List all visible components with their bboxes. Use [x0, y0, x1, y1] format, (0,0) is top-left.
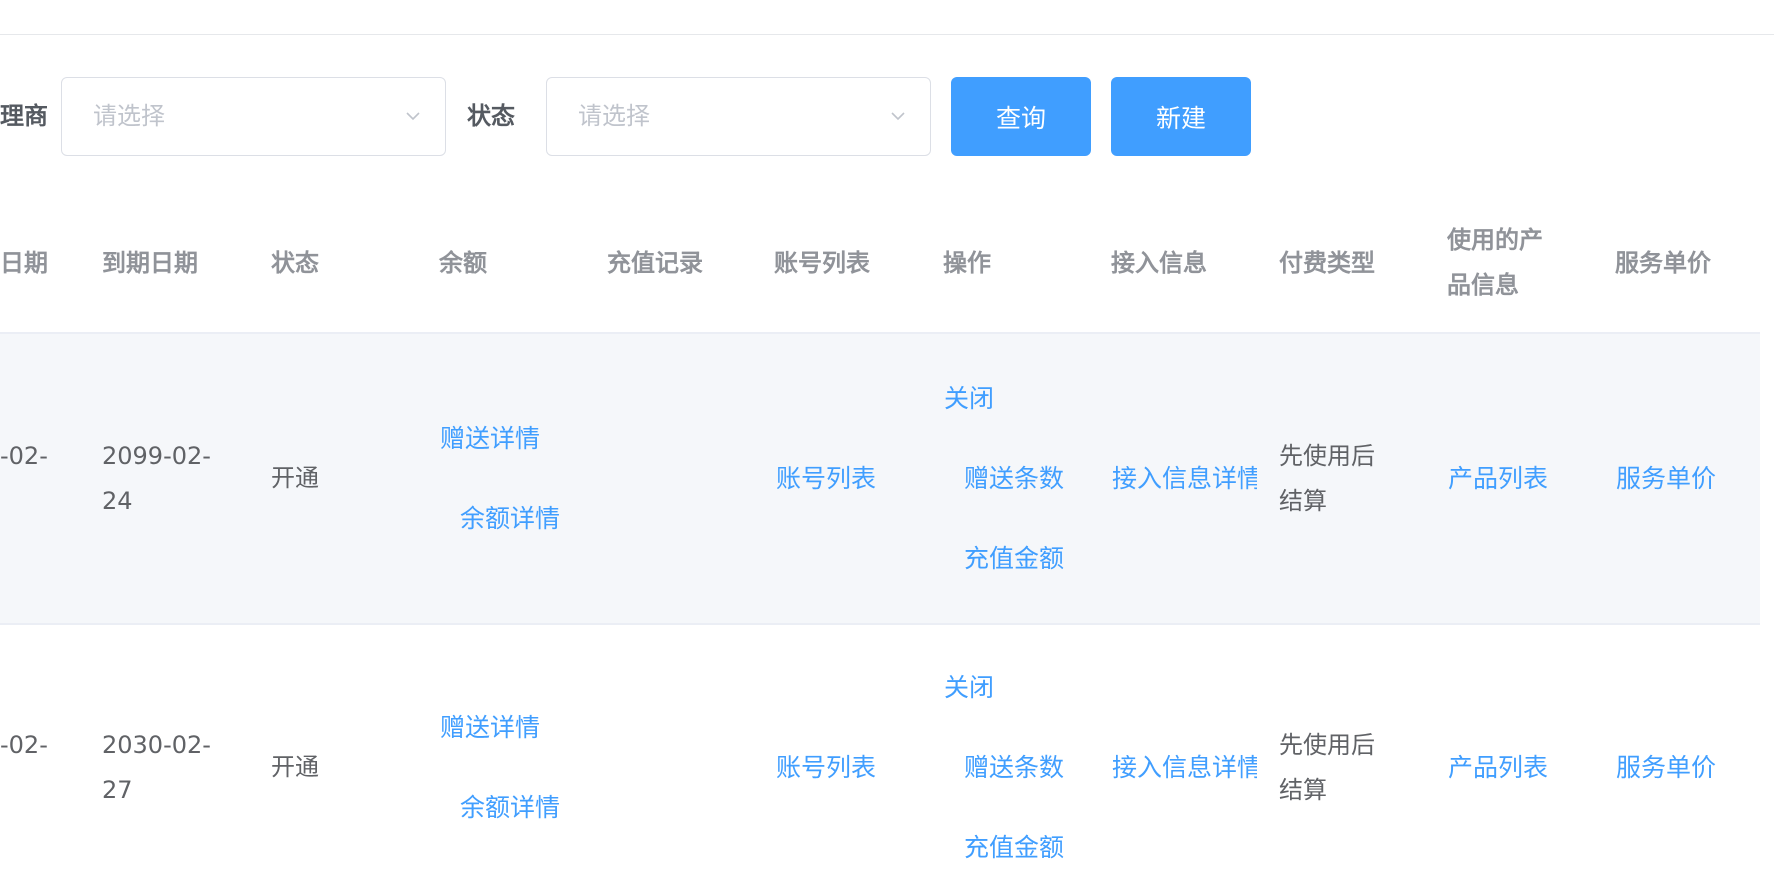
status-filter-label: 状态 [467, 102, 515, 130]
gift-detail-link[interactable]: 赠送详情 [440, 705, 540, 750]
th-service-price: 服务单价 [1615, 249, 1711, 277]
account-list-link[interactable]: 账号列表 [776, 456, 876, 501]
th-account-list: 账号列表 [774, 249, 870, 277]
cell-payment-line2: 结算 [1279, 776, 1327, 804]
gift-count-link[interactable]: 赠送条数 [964, 456, 1064, 501]
gift-count-link[interactable]: 赠送条数 [964, 745, 1064, 790]
cell-expire-date-line1: 2099-02- [102, 442, 211, 470]
th-start-date: 日期 [0, 249, 48, 277]
balance-detail-link[interactable]: 余额详情 [460, 785, 560, 830]
cell-payment-line1: 先使用后 [1279, 731, 1375, 759]
access-info-clip: 接入信息详情 [1112, 456, 1257, 501]
th-product-info-line2: 品信息 [1447, 271, 1519, 299]
service-price-link[interactable]: 服务单价 [1616, 745, 1716, 790]
access-info-link[interactable]: 接入信息详情 [1112, 745, 1257, 790]
access-info-clip: 接入信息详情 [1112, 745, 1257, 790]
status-select[interactable]: 请选择 [546, 77, 931, 156]
product-list-link[interactable]: 产品列表 [1448, 456, 1548, 501]
top-divider [0, 34, 1774, 35]
cell-payment-line2: 结算 [1279, 487, 1327, 515]
new-button[interactable]: 新建 [1111, 77, 1251, 156]
access-info-link[interactable]: 接入信息详情 [1112, 456, 1257, 501]
recharge-amount-link[interactable]: 充值金额 [964, 825, 1064, 870]
gift-detail-link[interactable]: 赠送详情 [440, 416, 540, 461]
cell-expire-date-line2: 27 [102, 776, 133, 804]
close-link[interactable]: 关闭 [944, 376, 994, 421]
agent-select-placeholder: 请选择 [93, 102, 165, 130]
chevron-down-icon [891, 112, 905, 121]
th-expire-date: 到期日期 [102, 249, 198, 277]
cell-payment-line1: 先使用后 [1279, 442, 1375, 470]
cell-start-date: -02- [0, 731, 48, 759]
th-balance: 余额 [439, 249, 487, 277]
account-list-link[interactable]: 账号列表 [776, 745, 876, 790]
th-status: 状态 [271, 249, 319, 277]
service-price-link[interactable]: 服务单价 [1616, 456, 1716, 501]
cell-expire-date-line1: 2030-02- [102, 731, 211, 759]
cell-expire-date-line2: 24 [102, 487, 133, 515]
agent-filter-label: 理商 [0, 102, 48, 130]
balance-detail-link[interactable]: 余额详情 [460, 496, 560, 541]
agent-select[interactable]: 请选择 [61, 77, 446, 156]
cell-status: 开通 [271, 753, 319, 781]
product-list-link[interactable]: 产品列表 [1448, 745, 1548, 790]
chevron-down-icon [406, 112, 420, 121]
th-recharge-records: 充值记录 [607, 249, 703, 277]
cell-start-date: -02- [0, 442, 48, 470]
cell-status: 开通 [271, 464, 319, 492]
th-access-info: 接入信息 [1111, 249, 1207, 277]
query-button[interactable]: 查询 [951, 77, 1091, 156]
th-product-info-line1: 使用的产 [1447, 226, 1543, 254]
close-link[interactable]: 关闭 [944, 665, 994, 710]
recharge-amount-link[interactable]: 充值金额 [964, 536, 1064, 581]
status-select-placeholder: 请选择 [578, 102, 650, 130]
th-actions: 操作 [943, 249, 991, 277]
th-payment-type: 付费类型 [1279, 249, 1375, 277]
